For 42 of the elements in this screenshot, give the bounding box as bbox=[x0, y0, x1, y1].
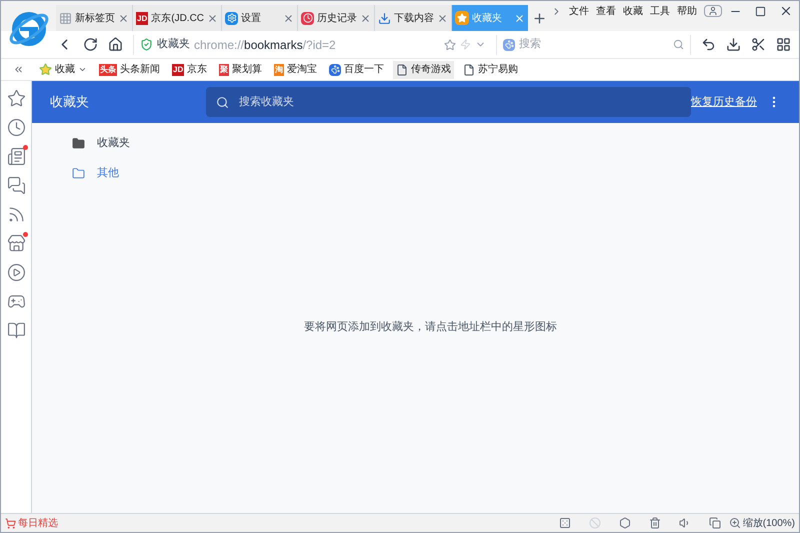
empty-message: 要将网页添加到收藏夹，请点击地址栏中的星形图标 bbox=[304, 320, 557, 336]
browser-tab[interactable]: 历史记录 bbox=[298, 5, 376, 31]
folder-item[interactable]: 收藏夹 bbox=[72, 135, 799, 152]
bookmark-item[interactable]: 百度一下 bbox=[326, 60, 388, 78]
tab-title: 下载内容 bbox=[394, 12, 434, 26]
browser-tab[interactable]: JD 京东(JD.CC bbox=[133, 5, 222, 31]
menu-item[interactable]: 查看 bbox=[596, 4, 616, 18]
search-placeholder: 搜索 bbox=[519, 36, 542, 52]
menu-item[interactable]: 文件 bbox=[569, 4, 590, 18]
bookmark-item[interactable]: 苏宁易购 bbox=[460, 60, 522, 78]
zoom-control[interactable]: 缩放(100%) bbox=[728, 516, 795, 530]
browser-tab[interactable]: 下载内容 bbox=[375, 5, 452, 31]
url-text: chrome://bookmarks/?id=2 bbox=[194, 36, 336, 54]
site-label: 收藏夹 bbox=[157, 36, 190, 52]
tab-title: 收藏夹 bbox=[472, 12, 504, 26]
site-favicon: 淘 bbox=[274, 64, 284, 76]
bookmark-item[interactable]: 淘 爱淘宝 bbox=[271, 60, 320, 78]
bookmark-item[interactable]: 聚 聚划算 bbox=[216, 60, 266, 78]
tab-title: 设置 bbox=[241, 12, 262, 26]
browser-tab[interactable]: 设置 bbox=[222, 5, 298, 31]
tab-title: 京东(JD.CC bbox=[151, 12, 204, 26]
tab-favicon: JD bbox=[136, 12, 148, 24]
menu-item[interactable]: 收藏 bbox=[623, 4, 644, 18]
search-placeholder: 搜索收藏夹 bbox=[239, 94, 294, 110]
address-bar[interactable]: 收藏夹 chrome://bookmarks/?id=2 bbox=[133, 34, 486, 54]
daily-picks-link[interactable]: 每日精选 bbox=[5, 516, 58, 530]
browser-tab[interactable]: 新标签页 bbox=[56, 5, 133, 31]
tab-title: 历史记录 bbox=[317, 12, 358, 26]
menu-item[interactable]: 工具 bbox=[650, 4, 670, 18]
search-field[interactable]: 搜索收藏夹 bbox=[206, 87, 691, 117]
tab-title: 新标签页 bbox=[75, 12, 115, 26]
site-favicon: 头条 bbox=[99, 64, 117, 76]
bookmark-item[interactable]: 头条 头条新闻 bbox=[96, 60, 163, 78]
folder-item[interactable]: 其他 bbox=[72, 165, 799, 182]
restore-backup-link[interactable]: 恢复历史备份 bbox=[691, 94, 757, 110]
menu-item[interactable]: 帮助 bbox=[677, 4, 698, 18]
bookmark-item[interactable]: 传奇游戏 bbox=[393, 60, 454, 78]
bookmark-item[interactable]: JD 京东 bbox=[169, 60, 210, 78]
bookmark-item[interactable]: 收藏 bbox=[36, 60, 90, 78]
site-favicon: 聚 bbox=[219, 64, 230, 76]
site-favicon: JD bbox=[172, 64, 184, 76]
page-title: 收藏夹 bbox=[50, 93, 90, 112]
